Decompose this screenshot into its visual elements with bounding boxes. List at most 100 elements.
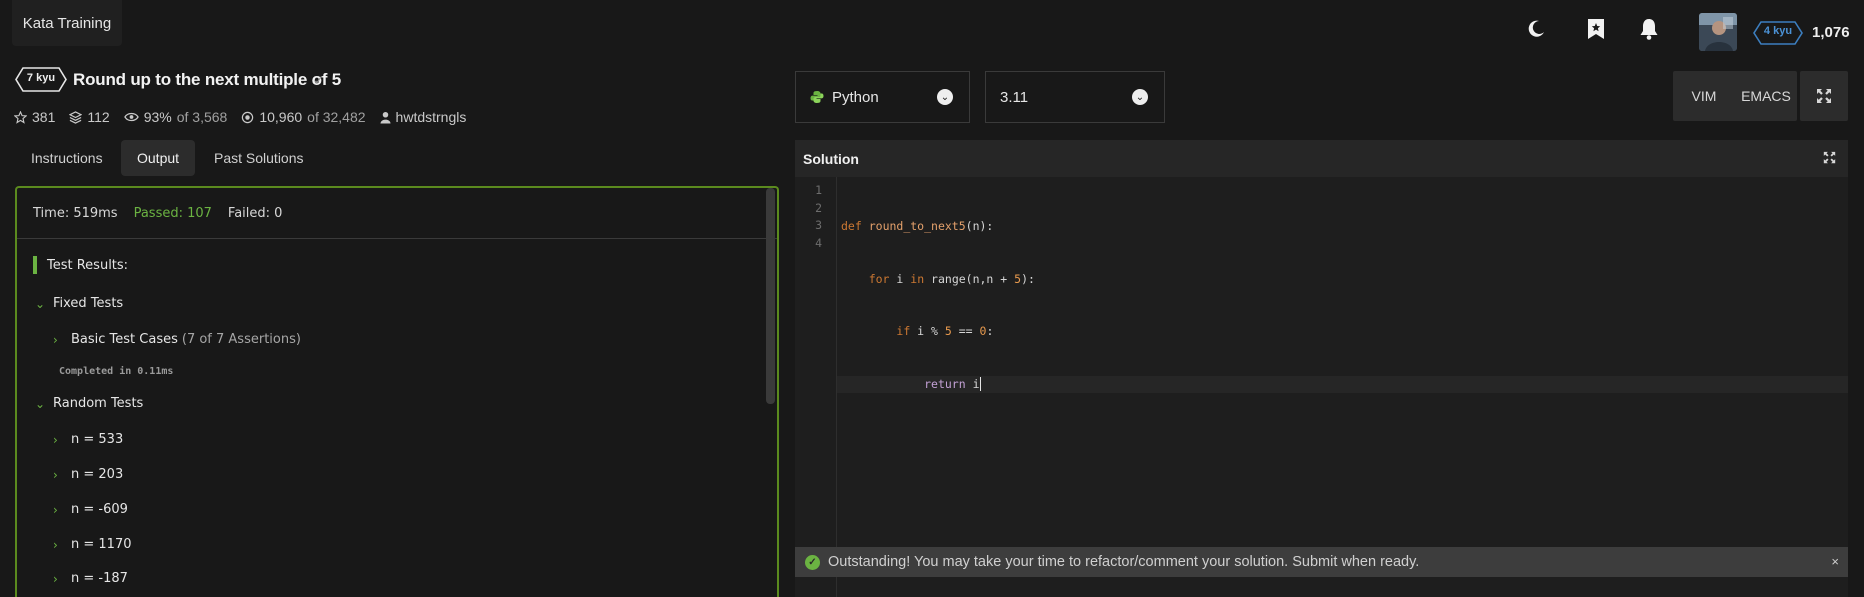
code-line-current: return i: [837, 375, 1848, 393]
satisfaction-value: 93%: [143, 109, 172, 125]
version-value: 3.11: [1000, 88, 1029, 106]
random-tests-label: Random Tests: [53, 396, 144, 411]
chevron-right-icon: ›: [53, 502, 58, 517]
random-test-label: n = 1170: [71, 537, 132, 552]
honor-score: 1,076: [1812, 24, 1850, 41]
random-test-case[interactable]: › n = 203: [53, 467, 123, 482]
passed-label: Passed: 107: [133, 205, 212, 221]
line-number: 3: [815, 218, 822, 232]
author-name: hwtdstrngls: [395, 109, 467, 125]
kata-stats: 381 112 93% of 3,568 10,960 of 32,482 hw…: [14, 109, 466, 125]
success-banner: ✓ Outstanding! You may take your time to…: [795, 547, 1848, 577]
basic-test-cases-group[interactable]: › Basic Test Cases (7 of 7 Assertions): [53, 332, 301, 347]
random-test-case[interactable]: › n = -609: [53, 502, 128, 517]
tab-past-solutions[interactable]: Past Solutions: [198, 140, 320, 176]
eye-icon: [123, 112, 139, 122]
kyu-label: 7 kyu: [26, 72, 56, 84]
python-icon: [810, 91, 824, 103]
stars-count: 381: [32, 109, 56, 125]
failed-label: Failed: 0: [227, 205, 283, 221]
line-number: 4: [815, 235, 822, 250]
code-line: def round_to_next5(n):: [841, 219, 994, 233]
avatar[interactable]: [1699, 13, 1737, 51]
expand-button[interactable]: [1800, 71, 1848, 121]
editor-mode-group: VIM EMACS: [1673, 71, 1797, 121]
results-accent-bar: [33, 256, 37, 274]
random-test-label: n = 203: [71, 467, 124, 482]
emacs-button[interactable]: EMACS: [1735, 88, 1797, 104]
kyu-badge: 7 kyu: [15, 67, 67, 92]
line-number: 2: [815, 200, 822, 215]
random-test-case[interactable]: › n = -187: [53, 571, 128, 586]
code-editor[interactable]: Solution 1 2 3 4 def round_to_next5(n): …: [795, 140, 1848, 597]
brand-label: Kata Training: [22, 14, 112, 32]
results-heading-label: Test Results:: [47, 257, 129, 273]
author-stat[interactable]: hwtdstrngls: [380, 109, 467, 125]
chevron-down-icon: ⌄: [35, 296, 46, 311]
rank-badge[interactable]: 4 kyu: [1753, 21, 1803, 45]
fixed-tests-label: Fixed Tests: [53, 296, 124, 311]
random-test-case[interactable]: › n = 1170: [53, 537, 131, 552]
chevron-right-icon: ›: [53, 432, 58, 447]
collections-stat[interactable]: 112: [69, 109, 110, 125]
completions-stat: 10,960 of 32,482: [241, 109, 366, 125]
basic-test-cases-label: Basic Test Cases: [71, 332, 178, 347]
close-icon[interactable]: ×: [1831, 554, 1839, 569]
moon-icon[interactable]: [1524, 17, 1548, 41]
random-test-label: n = 533: [71, 432, 124, 447]
chevron-right-icon: ›: [53, 571, 58, 586]
kata-title: Round up to the next multiple of 5: [73, 70, 342, 89]
tab-output[interactable]: Output: [121, 140, 196, 176]
chevron-down-icon: ⌄: [35, 396, 46, 411]
chevron-down-icon: ⌄: [937, 89, 953, 105]
expand-icon: [1817, 89, 1831, 103]
vim-button[interactable]: VIM: [1673, 88, 1735, 104]
version-select[interactable]: 3.11 ⌄: [985, 71, 1165, 123]
success-message: Outstanding! You may take your time to r…: [828, 554, 1420, 570]
star-icon: [14, 110, 27, 124]
fullscreen-icon[interactable]: [1823, 151, 1836, 164]
language-value: Python: [832, 88, 879, 106]
random-test-label: n = -609: [71, 502, 128, 517]
completions-value: 10,960: [259, 109, 303, 125]
test-summary: Time: 519ms Passed: 107 Failed: 0: [17, 188, 777, 239]
fixed-tests-group[interactable]: ⌄ Fixed Tests: [35, 296, 123, 311]
stack-icon: [69, 110, 83, 124]
completions-total: of 32,482: [307, 109, 366, 125]
chevron-right-icon: ›: [53, 467, 58, 482]
language-select[interactable]: Python ⌄: [795, 71, 970, 123]
target-icon: [242, 111, 254, 123]
chevron-right-icon: ›: [53, 332, 58, 347]
line-number: 1: [815, 183, 822, 197]
line-number-gutter: 1 2 3 4: [795, 177, 837, 597]
output-panel: Time: 519ms Passed: 107 Failed: 0 Test R…: [15, 186, 779, 597]
code-line: for i in range(n,n + 5):: [868, 271, 1035, 286]
collections-count: 112: [87, 109, 110, 125]
chevron-down-icon: ⌄: [1132, 89, 1148, 105]
code-line: if i % 5 == 0:: [896, 324, 994, 338]
random-test-label: n = -187: [71, 571, 128, 586]
text-cursor: [979, 377, 981, 391]
editor-header: Solution: [795, 140, 1848, 177]
stars-stat[interactable]: 381: [14, 109, 55, 125]
basic-test-cases-assertions: (7 of 7 Assertions): [181, 332, 301, 347]
output-scrollbar[interactable]: [766, 188, 775, 404]
time-label: Time: 519ms: [33, 205, 118, 221]
code-content[interactable]: def round_to_next5(n): for i in range(n,…: [837, 183, 1848, 428]
completed-check-icon: ✓: [313, 72, 325, 88]
chevron-right-icon: ›: [53, 537, 58, 552]
completed-time: Completed in 0.11ms: [59, 366, 174, 377]
user-icon: [380, 111, 391, 123]
bell-icon[interactable]: [1637, 17, 1661, 41]
bookmark-icon[interactable]: [1584, 17, 1608, 41]
solution-heading: Solution: [803, 150, 859, 167]
tab-instructions[interactable]: Instructions: [15, 140, 119, 176]
check-circle-icon: ✓: [805, 554, 820, 570]
rank-label: 4 kyu: [1763, 25, 1793, 37]
random-test-case[interactable]: › n = 533: [53, 432, 123, 447]
satisfaction-stat: 93% of 3,568: [123, 109, 228, 125]
random-tests-group[interactable]: ⌄ Random Tests: [35, 396, 143, 411]
kata-training-tab[interactable]: Kata Training: [12, 0, 122, 46]
test-results-heading: Test Results:: [33, 256, 128, 274]
satisfaction-total: of 3,568: [176, 109, 228, 125]
